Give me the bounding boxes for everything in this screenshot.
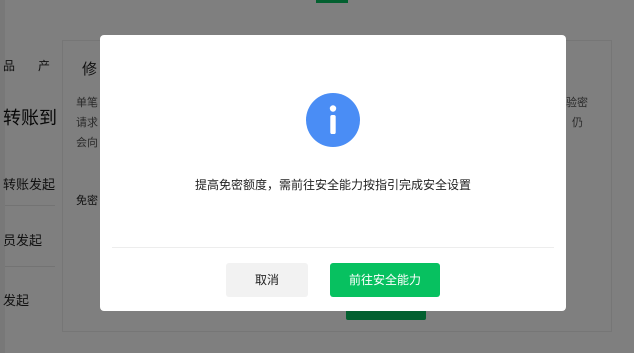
go-to-security-button[interactable]: 前往安全能力	[330, 263, 440, 297]
dialog-divider	[112, 247, 554, 248]
dialog-message: 提高免密额度，需前往安全能力按指引完成安全设置	[194, 178, 471, 192]
confirm-dialog: 提高免密额度，需前往安全能力按指引完成安全设置 取消 前往安全能力	[100, 35, 566, 311]
cancel-button[interactable]: 取消	[226, 263, 308, 297]
info-icon	[306, 93, 360, 147]
